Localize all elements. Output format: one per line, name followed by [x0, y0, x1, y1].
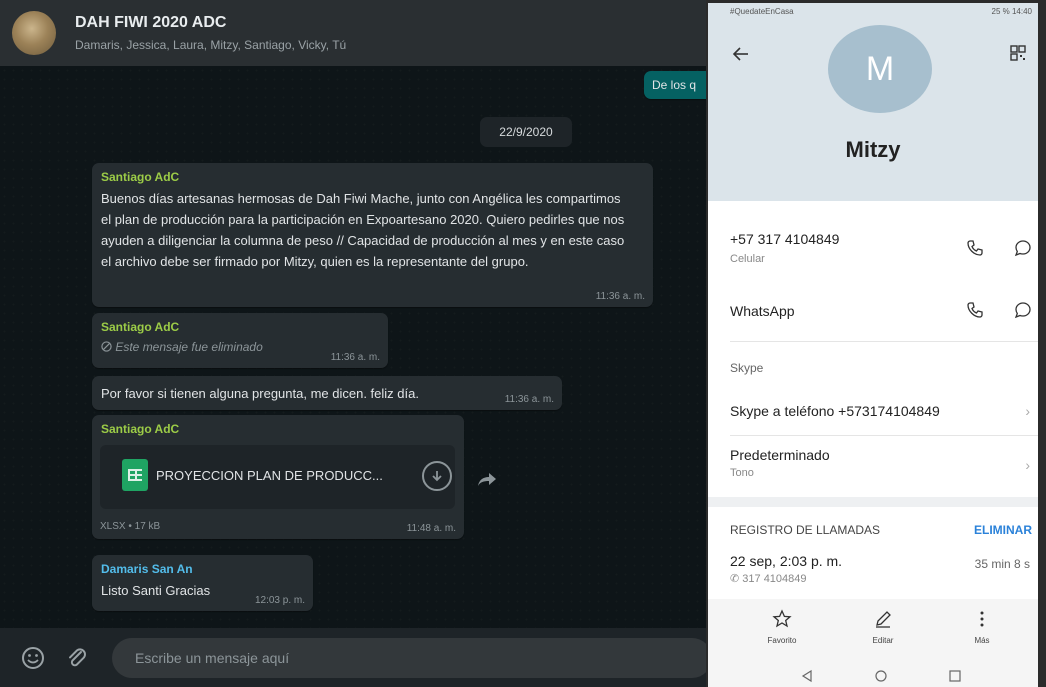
- message-icon[interactable]: [1014, 239, 1032, 257]
- call-log-entry[interactable]: 22 sep, 2:03 p. m. ✆ 317 4104849 35 min …: [730, 553, 1036, 585]
- nav-recents-icon[interactable]: [948, 669, 962, 683]
- message-sender[interactable]: Santiago AdC: [101, 320, 379, 334]
- ringtone-sub: Tono: [730, 467, 754, 479]
- more-button[interactable]: Más: [952, 609, 1012, 645]
- chevron-right-icon: ›: [1025, 403, 1030, 419]
- emoji-icon[interactable]: [20, 645, 46, 671]
- whatsapp-row[interactable]: WhatsApp: [730, 301, 1036, 319]
- divider: [730, 341, 1038, 342]
- section-separator: [708, 497, 1038, 507]
- whatsapp-label: WhatsApp: [730, 303, 795, 319]
- phone-number-row[interactable]: +57 317 4104849 Celular: [730, 231, 1036, 265]
- message-sender[interactable]: Santiago AdC: [101, 170, 644, 184]
- date-chip: 22/9/2020: [480, 117, 572, 147]
- message-time: 12:03 p. m.: [254, 595, 305, 606]
- skype-header: Skype: [730, 361, 1036, 375]
- message-time: 11:36 a. m.: [504, 394, 554, 405]
- skype-header-label: Skype: [730, 361, 764, 375]
- group-members: Damaris, Jessica, Laura, Mitzy, Santiago…: [75, 38, 347, 52]
- favorite-button[interactable]: Favorito: [752, 609, 812, 645]
- whatsapp-window: DAH FIWI 2020 ADC Damaris, Jessica, Laur…: [0, 0, 706, 687]
- whatsapp-message-icon[interactable]: [1014, 301, 1032, 319]
- message-time: 11:36 a. m.: [595, 291, 645, 302]
- download-icon: [432, 471, 442, 482]
- nav-back-icon[interactable]: [800, 669, 814, 683]
- contact-name: Mitzy: [845, 137, 901, 162]
- message-time: 11:48 a. m.: [406, 523, 456, 534]
- status-bar-left: #QuedateEnCasa: [730, 7, 794, 16]
- phone-contact-screen: #QuedateEnCasa 25 % 14:40 M Mitzy +57 31…: [708, 3, 1038, 687]
- compose-bar: Escribe un mensaje aquí: [0, 628, 706, 687]
- forward-icon[interactable]: [477, 471, 497, 487]
- call-duration: 35 min 8 s: [974, 557, 1030, 571]
- message-bubble[interactable]: Santiago AdC PROYECCION PLAN DE PRODUCC.…: [92, 415, 464, 539]
- call-number-line: ✆ 317 4104849: [730, 572, 1036, 585]
- message-sender[interactable]: Damaris San An: [101, 562, 304, 576]
- skype-call-label: Skype a teléfono +573174104849: [730, 403, 940, 419]
- message-text: Buenos días artesanas hermosas de Dah Fi…: [101, 191, 625, 269]
- chevron-right-icon: ›: [1025, 457, 1030, 473]
- favorite-label: Favorito: [767, 636, 797, 645]
- message-bubble[interactable]: Damaris San An Listo Santi Gracias 12:03…: [92, 555, 313, 611]
- phone-number-type: Celular: [730, 253, 765, 265]
- attach-icon[interactable]: [64, 645, 90, 671]
- edit-button[interactable]: Editar: [853, 609, 913, 645]
- edit-label: Editar: [872, 636, 894, 645]
- more-vertical-icon: [980, 611, 984, 627]
- group-avatar[interactable]: [12, 11, 56, 55]
- document-name[interactable]: PROYECCION PLAN DE PRODUCC...: [156, 468, 383, 483]
- call-number: 317 4104849: [742, 573, 807, 585]
- blocked-icon: [101, 341, 112, 352]
- more-label: Más: [974, 636, 990, 645]
- skype-call-row[interactable]: Skype a teléfono +573174104849 ›: [730, 403, 1036, 419]
- spreadsheet-icon: [122, 459, 148, 491]
- call-icon[interactable]: [966, 239, 984, 257]
- message-input[interactable]: Escribe un mensaje aquí: [112, 638, 706, 678]
- message-bubble[interactable]: Santiago AdC Buenos días artesanas hermo…: [92, 163, 653, 307]
- action-bar: Favorito Editar Más: [708, 599, 1038, 687]
- message-text: De los q: [652, 78, 697, 92]
- deleted-message: Este mensaje fue eliminado: [101, 340, 263, 354]
- download-button[interactable]: [422, 461, 452, 491]
- call-icon-small: ✆: [730, 573, 743, 585]
- nav-home-icon[interactable]: [874, 669, 888, 683]
- phone-number: +57 317 4104849: [730, 231, 840, 247]
- contact-avatar[interactable]: M: [828, 25, 932, 113]
- group-title[interactable]: DAH FIWI 2020 ADC: [75, 14, 226, 32]
- message-text: Listo Santi Gracias: [101, 583, 211, 598]
- call-log-delete-button[interactable]: ELIMINAR: [974, 523, 1032, 537]
- outgoing-message[interactable]: De los q: [644, 71, 706, 99]
- divider: [730, 435, 1038, 436]
- chat-header[interactable]: DAH FIWI 2020 ADC Damaris, Jessica, Laur…: [0, 0, 706, 66]
- document-attachment[interactable]: PROYECCION PLAN DE PRODUCC...: [100, 445, 455, 509]
- message-sender[interactable]: Santiago AdC: [101, 422, 455, 436]
- ringtone-row[interactable]: Predeterminado Tono ›: [730, 447, 1036, 479]
- status-bar-right: 25 % 14:40: [991, 7, 1032, 16]
- contact-header: #QuedateEnCasa 25 % 14:40 M Mitzy: [708, 3, 1038, 201]
- message-bubble[interactable]: Santiago AdC Este mensaje fue eliminado …: [92, 313, 388, 368]
- pencil-icon: [876, 611, 891, 628]
- deleted-text: Este mensaje fue eliminado: [115, 340, 263, 354]
- back-arrow-icon[interactable]: [732, 45, 750, 63]
- call-log-header: REGISTRO DE LLAMADAS: [730, 523, 881, 537]
- message-bubble[interactable]: Por favor si tienen alguna pregunta, me …: [92, 376, 562, 410]
- ringtone-label: Predeterminado: [730, 447, 830, 463]
- document-meta: XLSX • 17 kB: [100, 521, 161, 532]
- message-text: Por favor si tienen alguna pregunta, me …: [101, 386, 419, 401]
- star-icon: [772, 609, 792, 628]
- whatsapp-call-icon[interactable]: [966, 301, 984, 319]
- message-list[interactable]: De los q 22/9/2020 Santiago AdC Buenos d…: [0, 66, 706, 628]
- message-time: 11:36 a. m.: [330, 352, 380, 363]
- qr-code-icon[interactable]: [1010, 45, 1026, 61]
